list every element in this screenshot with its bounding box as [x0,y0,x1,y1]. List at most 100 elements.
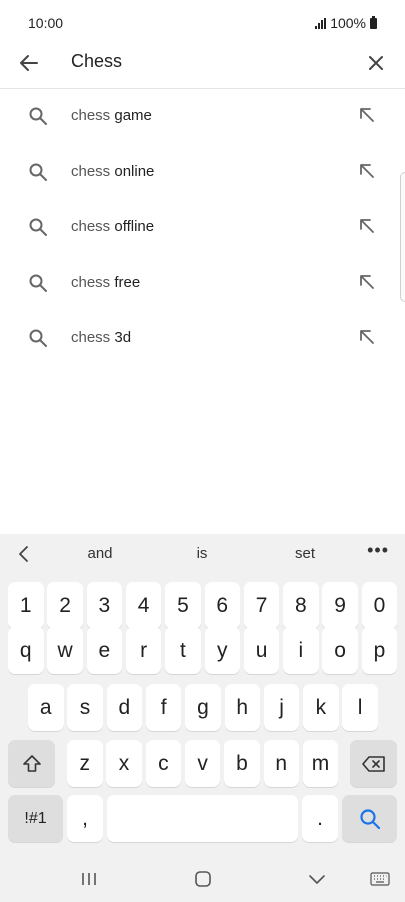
search-header: Chess [0,40,405,89]
period-key[interactable]: . [302,795,338,842]
suggestion-text: chess 3d [71,329,131,346]
key-v[interactable]: v [184,740,221,787]
key-4[interactable]: 4 [125,582,162,629]
more-options-button[interactable]: ••• [367,540,389,561]
suggestion-item[interactable]: chess 3d [0,311,405,367]
suggestion-prefix: chess [71,107,115,124]
key-m[interactable]: m [302,740,339,787]
suggestion-item[interactable]: chess free [0,256,405,312]
arrow-left-icon [20,55,38,71]
suggestion-list: chess game chess online chess offline ch… [0,89,405,367]
arrow-up-left-icon[interactable] [359,274,375,290]
backspace-key[interactable] [350,740,397,787]
arrow-up-left-icon[interactable] [359,163,375,179]
battery-percent: 100% [330,15,366,31]
key-d[interactable]: d [106,684,143,731]
symbols-key[interactable]: !#1 [8,795,63,842]
key-f[interactable]: f [145,684,182,731]
prediction-word[interactable]: set [295,545,315,562]
shift-icon [22,754,41,772]
key-0[interactable]: 0 [361,582,398,629]
signal-icon [315,17,327,29]
search-icon [29,107,47,125]
status-bar: 10:00 100% [0,0,405,44]
key-b[interactable]: b [224,740,260,787]
arrow-up-left-icon[interactable] [359,329,375,345]
suggestion-item[interactable]: chess offline [0,200,405,256]
key-z[interactable]: z [67,740,103,787]
suggestion-prefix: chess [71,162,115,180]
key-i[interactable]: i [283,627,319,674]
key-1[interactable]: 1 [8,582,44,629]
suggestion-text: chess free [71,274,140,291]
chevron-down-icon[interactable] [308,870,326,888]
suggestion-text: chess online [71,163,154,180]
key-a[interactable]: a [28,684,64,731]
status-right: 100% [315,15,377,31]
key-9[interactable]: 9 [322,582,358,629]
suggestion-completion: free [114,273,141,291]
keyboard: and is set ••• 1234567890 qwertyuiop asdfg… [0,534,405,902]
key-t[interactable]: t [165,627,201,674]
key-8[interactable]: 8 [283,582,319,629]
clear-button[interactable] [361,48,391,78]
search-icon [29,274,47,292]
shift-key[interactable] [8,740,55,787]
key-6[interactable]: 6 [204,582,240,629]
status-time: 10:00 [28,15,64,31]
key-k[interactable]: k [303,684,339,731]
key-g[interactable]: g [185,684,221,731]
key-w[interactable]: w [47,627,83,674]
suggestion-item[interactable]: chess online [0,145,405,201]
chevron-left-icon[interactable] [14,544,34,564]
key-j[interactable]: j [263,684,300,731]
keyboard-icon[interactable] [370,872,390,886]
key-5[interactable]: 5 [165,582,201,629]
key-u[interactable]: u [243,627,280,674]
arrow-up-left-icon[interactable] [359,107,375,123]
key-y[interactable]: y [204,627,240,674]
suggestion-completion: 3d [114,329,132,346]
search-key[interactable] [342,795,397,842]
suggestion-item[interactable]: chess game [0,89,405,145]
prediction-bar: and is set ••• [0,534,405,574]
key-3[interactable]: 3 [86,582,123,629]
suggestion-prefix: chess [71,273,115,291]
key-x[interactable]: x [106,740,142,787]
search-icon [29,218,47,236]
key-h[interactable]: h [224,684,260,731]
key-r[interactable]: r [125,627,162,674]
space-key[interactable] [107,795,298,842]
close-icon [369,56,383,70]
suggestion-text: chess game [71,107,152,124]
key-n[interactable]: n [263,740,299,787]
key-e[interactable]: e [86,627,123,674]
back-button[interactable] [14,48,44,78]
search-icon [359,808,380,829]
key-s[interactable]: s [67,684,103,731]
prediction-word[interactable]: and [87,545,112,562]
arrow-up-left-icon[interactable] [359,218,375,234]
search-icon [29,163,47,181]
key-o[interactable]: o [322,627,358,674]
battery-icon [370,15,377,29]
key-c[interactable]: c [145,740,182,787]
key-q[interactable]: q [8,627,44,674]
suggestion-completion: game [114,107,152,124]
key-l[interactable]: l [342,684,378,731]
key-p[interactable]: p [361,627,398,674]
suggestion-completion: online [114,162,155,180]
navigation-bar [0,858,405,902]
key-7[interactable]: 7 [243,582,280,629]
home-icon[interactable] [194,870,212,888]
key-2[interactable]: 2 [47,582,83,629]
search-icon [29,329,47,347]
prediction-word[interactable]: is [197,545,208,562]
comma-key[interactable]: , [67,795,103,842]
suggestion-completion: offline [114,218,155,235]
suggestion-text: chess offline [71,218,154,235]
backspace-icon [361,755,385,772]
recents-icon[interactable] [80,870,98,888]
scrollbar[interactable] [400,172,405,302]
search-input[interactable]: Chess [71,51,122,72]
